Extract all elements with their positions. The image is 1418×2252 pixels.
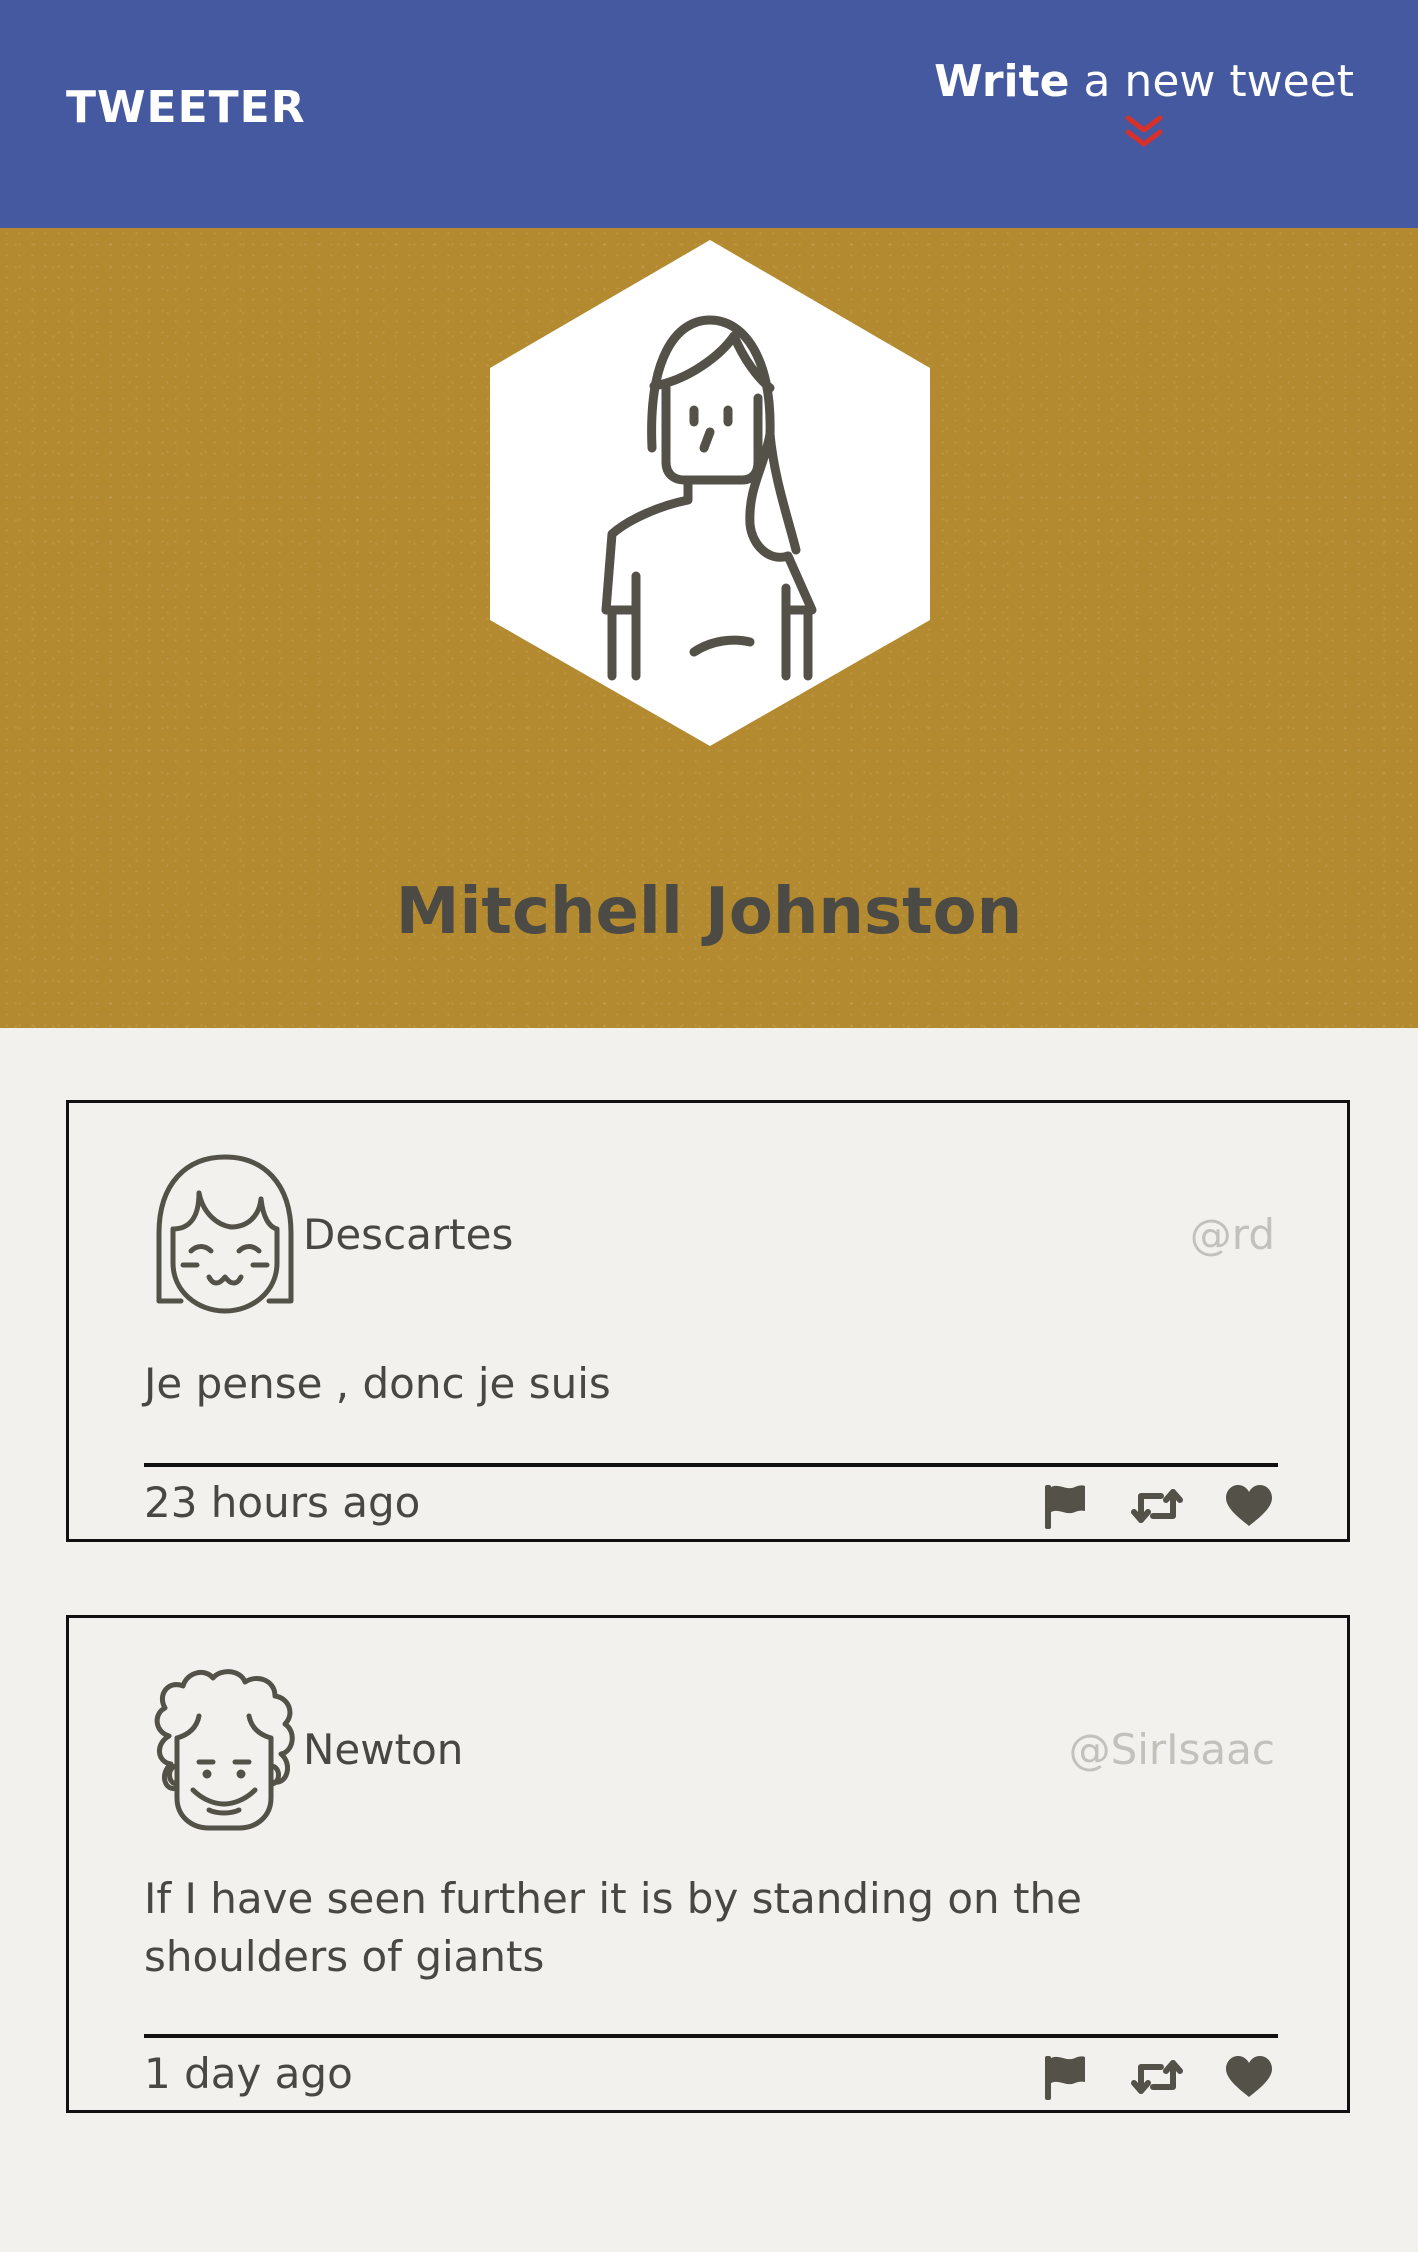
tweet-author-name[interactable]: Descartes (303, 1207, 513, 1263)
like-button[interactable] (1223, 1481, 1275, 1531)
girl-bangs-avatar-icon (156, 1154, 294, 1314)
tweet-actions (1039, 1481, 1275, 1531)
tweet-card: Descartes @rd Je pense , donc je suis 23… (66, 1100, 1350, 1542)
tweet-author-name[interactable]: Newton (303, 1722, 463, 1778)
tweet-author-handle[interactable]: @rd (1190, 1207, 1275, 1263)
compose-rest-text: a new tweet (1069, 56, 1354, 107)
retweet-button[interactable] (1131, 2052, 1183, 2102)
write-new-tweet-label: Write a new tweet (934, 52, 1354, 112)
double-chevron-down-icon (1125, 115, 1163, 147)
curly-hair-avatar-icon (154, 1669, 295, 1831)
profile-banner: Mitchell Johnston (0, 228, 1418, 1028)
profile-avatar[interactable] (488, 238, 932, 748)
tweet-divider (144, 2034, 1278, 2038)
brand-logo[interactable]: TWEETER (66, 78, 306, 138)
tweet-author-handle[interactable]: @SirIsaac (1069, 1722, 1275, 1778)
compose-strong-text: Write (934, 56, 1070, 107)
flag-icon (1045, 2056, 1085, 2100)
profile-name: Mitchell Johnston (395, 875, 1023, 949)
like-button[interactable] (1223, 2052, 1275, 2102)
flag-button[interactable] (1039, 2052, 1091, 2102)
retweet-icon (1131, 2060, 1183, 2094)
tweet-timestamp: 1 day ago (144, 2049, 353, 2098)
tweet-card: Newton @SirIsaac If I have seen further … (66, 1615, 1350, 2113)
retweet-button[interactable] (1131, 1481, 1183, 1531)
heart-icon (1226, 2056, 1272, 2097)
tweet-text: Je pense , donc je suis (144, 1359, 611, 1408)
top-nav-bar: TWEETER Write a new tweet (0, 0, 1418, 228)
flag-button[interactable] (1039, 1481, 1091, 1531)
write-new-tweet-button[interactable]: Write a new tweet (934, 52, 1354, 152)
tweet-timestamp: 23 hours ago (144, 1478, 421, 1527)
tweet-text: If I have seen further it is by standing… (144, 1874, 1082, 1981)
tweet-actions (1039, 2052, 1275, 2102)
retweet-icon (1131, 1489, 1183, 1523)
tweet-divider (144, 1463, 1278, 1467)
flag-icon (1045, 1485, 1085, 1529)
heart-icon (1226, 1485, 1272, 1526)
